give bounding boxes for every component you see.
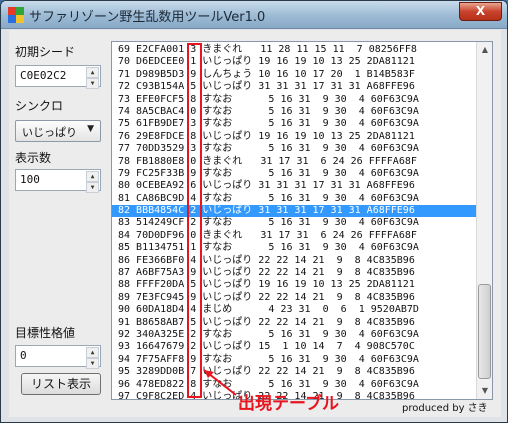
spin-up-icon[interactable]: ▲ bbox=[86, 347, 99, 358]
list-row[interactable]: 94 7F75AFF8 9 すなお 5 16 31 9 30 4 60F63C9… bbox=[112, 354, 478, 366]
list-row[interactable]: 95 3289DD0B 7 いじっぱり 22 22 14 21 9 8 4C83… bbox=[112, 366, 478, 378]
target-spinner[interactable]: ▲ ▼ bbox=[86, 347, 99, 369]
target-value: 0 bbox=[20, 349, 27, 362]
vertical-scrollbar[interactable]: ▲ ▼ bbox=[476, 42, 492, 399]
window-title: サファリゾーン野生乱数用ツールVer1.0 bbox=[29, 10, 266, 25]
scroll-down-icon[interactable]: ▼ bbox=[477, 383, 492, 399]
list-row[interactable]: 93 16647679 2 いじっぱり 15 1 10 14 7 4 908C5… bbox=[112, 341, 478, 353]
list-row[interactable]: 84 70D0DF96 0 きまぐれ 31 17 31 6 24 26 FFFF… bbox=[112, 230, 478, 242]
list-row[interactable]: 74 8A5CBAC4 0 すなお 5 16 31 9 30 4 60F63C9… bbox=[112, 106, 478, 118]
app-window: サファリゾーン野生乱数用ツールVer1.0 X 初期シード C0E02C2 ▲ … bbox=[0, 0, 508, 423]
close-button[interactable]: X bbox=[459, 2, 502, 21]
list-row[interactable]: 76 29E8FDCE 8 いじっぱり 19 16 19 10 13 25 2D… bbox=[112, 131, 478, 143]
target-label: 目標性格値 bbox=[15, 326, 76, 340]
list-display-button[interactable]: リスト表示 bbox=[21, 373, 101, 395]
dropdown-arrow-icon: ▼ bbox=[87, 124, 94, 134]
spin-up-icon[interactable]: ▲ bbox=[86, 171, 99, 182]
list-row[interactable]: 78 FB1880E8 0 きまぐれ 31 17 31 6 24 26 FFFF… bbox=[112, 156, 478, 168]
list-row[interactable]: 81 CA86BC9D 4 すなお 5 16 31 9 30 4 60F63C9… bbox=[112, 193, 478, 205]
count-spinner[interactable]: ▲ ▼ bbox=[86, 171, 99, 193]
annotation-label: 出現テーブル bbox=[238, 394, 339, 414]
list-row[interactable]: 75 61FB9DE7 3 すなお 5 16 31 9 30 4 60F63C9… bbox=[112, 118, 478, 130]
seed-spinner[interactable]: ▲ ▼ bbox=[86, 67, 99, 89]
seed-input[interactable]: C0E02C2 ▲ ▼ bbox=[15, 65, 101, 89]
client-area: 初期シード C0E02C2 ▲ ▼ シンクロ いじっぱり ▼ 表示数 100 ▲… bbox=[9, 30, 501, 417]
sync-label: シンクロ bbox=[15, 99, 64, 113]
count-label: 表示数 bbox=[15, 151, 52, 165]
spin-down-icon[interactable]: ▼ bbox=[86, 182, 99, 193]
list-row[interactable]: 82 BBB4854C 2 いじっぱり 31 31 31 17 31 31 A6… bbox=[112, 205, 478, 218]
list-row[interactable]: 89 7E3FC945 9 いじっぱり 22 22 14 21 9 8 4C83… bbox=[112, 292, 478, 304]
list-row[interactable]: 88 FFFF20DA 5 いじっぱり 19 16 19 10 13 25 2D… bbox=[112, 279, 478, 291]
spin-up-icon[interactable]: ▲ bbox=[86, 67, 99, 78]
sync-value: いじっぱり bbox=[22, 126, 77, 139]
list-row[interactable]: 91 B8658AB7 5 いじっぱり 22 22 14 21 9 8 4C83… bbox=[112, 317, 478, 329]
sync-select[interactable]: いじっぱり ▼ bbox=[15, 120, 101, 142]
scroll-up-icon[interactable]: ▲ bbox=[477, 42, 492, 58]
list-row[interactable]: 90 60DA18D4 4 まじめ 4 23 31 0 6 1 9520AB7D bbox=[112, 304, 478, 316]
list-row[interactable]: 87 A6BF75A3 9 いじっぱり 22 22 14 21 9 8 4C83… bbox=[112, 267, 478, 279]
list-row[interactable]: 83 514249CF 2 すなお 5 16 31 9 30 4 60F63C9… bbox=[112, 217, 478, 229]
spin-down-icon[interactable]: ▼ bbox=[86, 78, 99, 89]
list-row[interactable]: 69 E2CFA001 3 きまぐれ 11 28 11 15 11 7 0825… bbox=[112, 44, 478, 56]
spin-down-icon[interactable]: ▼ bbox=[86, 358, 99, 369]
list-row[interactable]: 77 70DD3529 3 すなお 5 16 31 9 30 4 60F63C9… bbox=[112, 143, 478, 155]
seed-label: 初期シード bbox=[15, 45, 76, 59]
list-row[interactable]: 70 D6EDCEE0 1 いじっぱり 19 16 19 10 13 25 2D… bbox=[112, 56, 478, 68]
count-input[interactable]: 100 ▲ ▼ bbox=[15, 169, 101, 193]
title-bar[interactable]: サファリゾーン野生乱数用ツールVer1.0 X bbox=[1, 1, 507, 29]
list-row[interactable]: 71 D989B5D3 9 しんちょう 10 16 10 17 20 1 B14… bbox=[112, 69, 478, 81]
credit-text: produced by さき bbox=[402, 403, 488, 414]
target-input[interactable]: 0 ▲ ▼ bbox=[15, 345, 101, 369]
list-row[interactable]: 85 B1134751 1 すなお 5 16 31 9 30 4 60F63C9… bbox=[112, 242, 478, 254]
seed-value: C0E02C2 bbox=[20, 69, 67, 82]
result-listbox[interactable]: 69 E2CFA001 3 きまぐれ 11 28 11 15 11 7 0825… bbox=[111, 41, 493, 400]
list-row[interactable]: 80 0CEBEA92 6 いじっぱり 31 31 31 17 31 31 A6… bbox=[112, 180, 478, 192]
list-row[interactable]: 79 FC25F33B 9 すなお 5 16 31 9 30 4 60F63C9… bbox=[112, 168, 478, 180]
scroll-thumb[interactable] bbox=[478, 284, 491, 379]
app-icon bbox=[8, 7, 24, 23]
list-row[interactable]: 92 340A325E 2 すなお 5 16 31 9 30 4 60F63C9… bbox=[112, 329, 478, 341]
list-row[interactable]: 73 EFE0FCF5 8 すなお 5 16 31 9 30 4 60F63C9… bbox=[112, 94, 478, 106]
list-row[interactable]: 72 C93B154A 5 いじっぱり 31 31 31 17 31 31 A6… bbox=[112, 81, 478, 93]
list-row[interactable]: 86 FE366BF0 4 いじっぱり 22 22 14 21 9 8 4C83… bbox=[112, 255, 478, 267]
result-rows: 69 E2CFA001 3 きまぐれ 11 28 11 15 11 7 0825… bbox=[112, 44, 478, 399]
count-value: 100 bbox=[20, 173, 40, 186]
